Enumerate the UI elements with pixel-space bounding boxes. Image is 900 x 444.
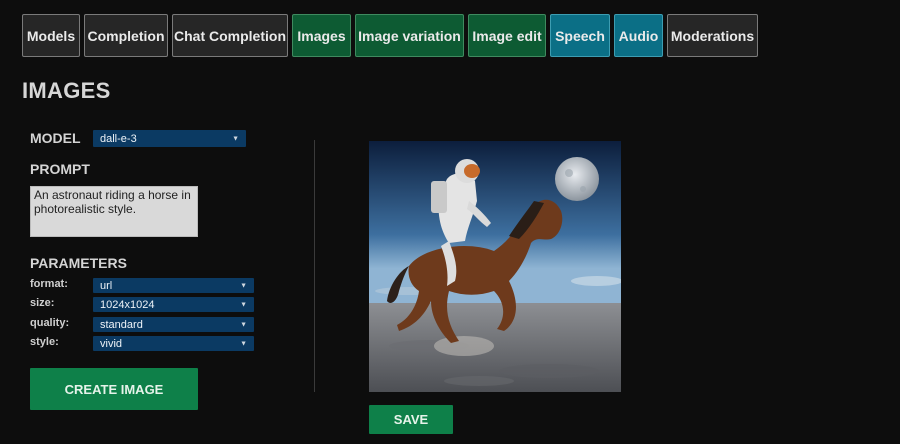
chevron-down-icon: ▼ — [240, 282, 247, 289]
prompt-textarea[interactable]: An astronaut riding a horse in photoreal… — [30, 186, 198, 237]
format-select[interactable]: url ▼ — [93, 278, 254, 293]
tab-label: Image variation — [358, 27, 461, 44]
chevron-down-icon: ▼ — [240, 340, 247, 347]
generated-image-astronaut-horse-icon — [369, 141, 621, 392]
tab-label: Models — [26, 27, 76, 44]
page-title: IMAGES — [22, 78, 111, 103]
format-label: format: — [30, 278, 68, 290]
tab-image-edit[interactable]: Image edit — [468, 14, 546, 57]
model-select-value: dall-e-3 — [100, 132, 137, 145]
tab-speech[interactable]: Speech — [550, 14, 610, 57]
model-select[interactable]: dall-e-3 ▼ — [93, 130, 246, 147]
quality-select-value: standard — [100, 318, 143, 331]
tab-label: Image edit — [472, 27, 542, 44]
size-select-value: 1024x1024 — [100, 298, 155, 311]
model-label: MODEL — [30, 130, 81, 146]
vertical-divider — [314, 140, 315, 392]
chevron-down-icon: ▼ — [232, 135, 239, 142]
tab-images[interactable]: Images — [292, 14, 351, 57]
chevron-down-icon: ▼ — [240, 321, 247, 328]
tab-moderations[interactable]: Moderations — [667, 14, 758, 57]
tab-label: Completion — [87, 27, 165, 44]
create-image-button[interactable]: CREATE IMAGE — [30, 368, 198, 410]
format-select-value: url — [100, 279, 113, 292]
parameters-label: PARAMETERS — [30, 255, 127, 271]
tab-label: Audio — [618, 27, 659, 44]
style-label: style: — [30, 336, 59, 348]
style-select[interactable]: vivid ▼ — [93, 336, 254, 351]
quality-select[interactable]: standard ▼ — [93, 317, 254, 332]
save-button[interactable]: SAVE — [369, 405, 453, 434]
tab-chat-completion[interactable]: Chat Completion — [172, 14, 288, 57]
tab-label: Speech — [555, 27, 605, 44]
tab-image-variation[interactable]: Image variation — [355, 14, 464, 57]
tab-label: Moderations — [670, 27, 755, 44]
tab-label: Images — [297, 27, 346, 44]
quality-label: quality: — [30, 317, 70, 329]
generated-image — [369, 141, 621, 392]
tab-models[interactable]: Models — [22, 14, 80, 57]
tab-label: Chat Completion — [174, 27, 286, 44]
style-select-value: vivid — [100, 337, 123, 350]
size-label: size: — [30, 297, 55, 309]
prompt-label: PROMPT — [30, 161, 90, 177]
tab-audio[interactable]: Audio — [614, 14, 663, 57]
chevron-down-icon: ▼ — [240, 301, 247, 308]
tab-completion[interactable]: Completion — [84, 14, 168, 57]
size-select[interactable]: 1024x1024 ▼ — [93, 297, 254, 312]
